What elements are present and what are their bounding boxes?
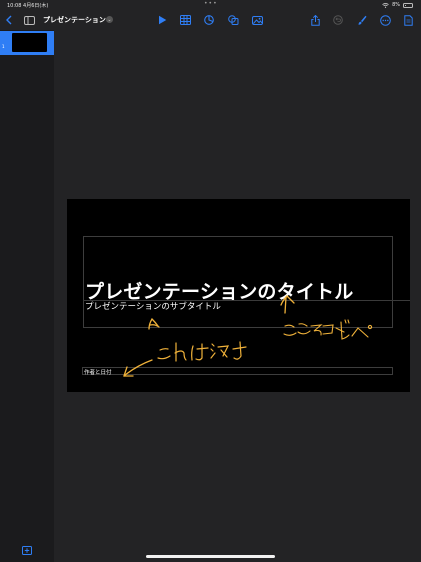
handwritten-annotations: [123, 295, 373, 377]
handwriting-erase-note: [157, 341, 247, 362]
arrow-up-mark: [148, 317, 160, 330]
arrow-up-mark: [280, 295, 295, 314]
handwriting-copy-note: [283, 319, 373, 340]
home-indicator[interactable]: [146, 555, 275, 558]
arrow-left-mark: [123, 359, 153, 377]
